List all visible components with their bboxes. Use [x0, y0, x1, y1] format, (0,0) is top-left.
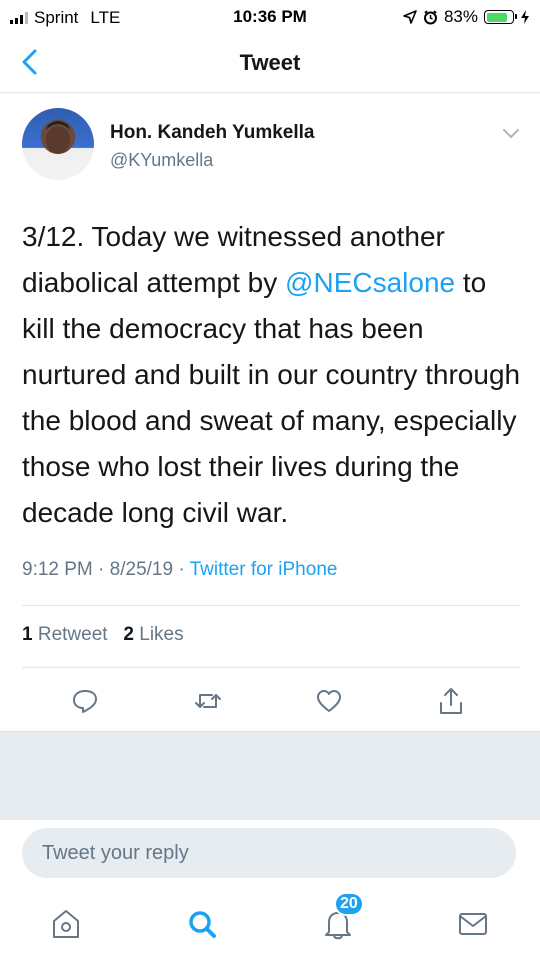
home-icon [53, 910, 79, 938]
share-icon [440, 688, 462, 714]
like-count: 2 [123, 624, 134, 645]
tab-search[interactable] [184, 906, 220, 942]
tweet-author[interactable]: Hon. Kandeh Yumkella @KYumkella [22, 108, 522, 188]
tab-notifications[interactable]: 20 [320, 892, 364, 942]
tweet-meta: 9:12 PM · 8/25/19 · Twitter for iPhone [22, 559, 337, 581]
author-handle: @KYumkella [110, 150, 214, 170]
like-button[interactable] [311, 683, 347, 719]
divider [22, 667, 520, 668]
replies-area [0, 731, 540, 820]
tweet-time: 9:12 PM [22, 559, 93, 580]
retweet-icon [195, 694, 221, 708]
share-button[interactable] [433, 683, 469, 719]
likes-stat[interactable]: 2 Likes [123, 624, 183, 645]
charging-icon [521, 10, 529, 24]
tweet-date: 8/25/19 [109, 559, 174, 580]
tweet-stats: 1 Retweet 2 Likes [22, 624, 184, 646]
nav-bar: Tweet [0, 36, 540, 93]
tweet-text: 3/12. Today we witnessed another diaboli… [22, 214, 522, 536]
meta-separator: · [92, 559, 110, 580]
tab-messages[interactable] [455, 906, 491, 942]
battery-icon [484, 10, 517, 24]
like-icon [317, 690, 341, 712]
author-name: Hon. Kandeh Yumkella [110, 122, 315, 143]
status-bar-right: 83% [403, 7, 530, 27]
reply-input[interactable]: Tweet your reply [22, 828, 516, 878]
avatar-portrait [32, 121, 84, 180]
alarm-icon [423, 9, 437, 24]
retweet-label: Retweet [37, 624, 108, 645]
mention-link[interactable]: @NECsalone [285, 267, 455, 298]
tweet-text-end: to kill the democracy that has been nurt… [22, 267, 521, 528]
tab-bar: 20 [0, 892, 540, 960]
location-icon [403, 10, 417, 24]
notifications-badge: 20 [334, 892, 364, 916]
divider [22, 605, 520, 606]
battery-percent: 83% [443, 7, 478, 26]
reply-icon [73, 690, 97, 713]
chevron-down-icon[interactable] [502, 128, 520, 140]
like-label: Likes [139, 624, 184, 645]
retweet-button[interactable] [190, 683, 226, 719]
tweet-source-link[interactable]: Twitter for iPhone [190, 559, 338, 580]
tweet-actions [0, 683, 540, 719]
page-title: Tweet [239, 50, 301, 75]
messages-icon [459, 913, 487, 935]
meta-separator: · [173, 559, 190, 580]
avatar[interactable] [22, 108, 94, 180]
reply-button[interactable] [67, 683, 103, 719]
retweet-count: 1 [22, 624, 33, 645]
retweets-stat[interactable]: 1 Retweet [22, 624, 108, 645]
tab-home[interactable] [48, 906, 84, 942]
search-icon [189, 911, 216, 938]
status-bar: Sprint LTE 10:36 PM 83% [0, 0, 540, 36]
